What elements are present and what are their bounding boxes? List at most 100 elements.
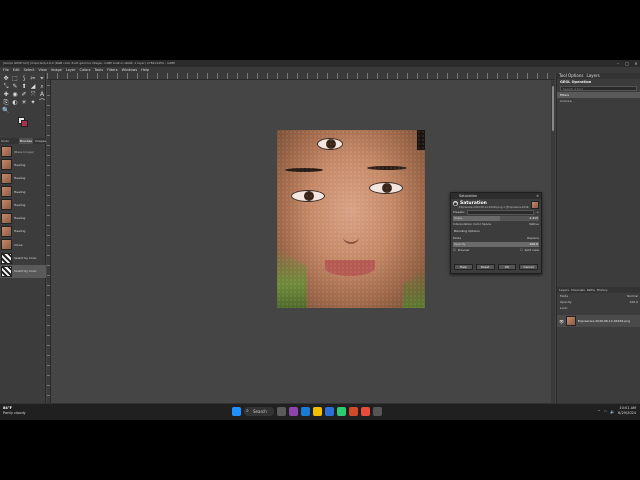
history-item[interactable]: [Base Image] (0, 145, 46, 158)
visibility-eye-icon[interactable]: 👁 (559, 319, 564, 324)
tab-layers[interactable]: Layers (559, 287, 569, 293)
edge-icon[interactable] (301, 407, 310, 416)
dialog-buttons: Help Reset OK Cancel (454, 264, 538, 270)
crop-tool-icon[interactable]: ⌕ (38, 83, 46, 90)
maximize-icon[interactable]: ▢ (623, 60, 631, 67)
windows-start-icon[interactable] (232, 407, 241, 416)
fill-tool-icon[interactable]: ◢ (29, 83, 37, 90)
move-tool-icon[interactable]: ✥ (2, 75, 10, 82)
history-thumbnail (1, 199, 12, 211)
rect-select-tool-icon[interactable]: ⬚ (11, 75, 19, 82)
transform-tool-icon[interactable]: ⤡ (2, 83, 10, 90)
colorspace-select[interactable]: Native (529, 222, 539, 226)
heal-tool-icon[interactable]: ✚ (2, 91, 10, 98)
history-item-label: Healing (14, 189, 26, 194)
layer-opacity-value[interactable]: 100.0 (629, 300, 638, 304)
history-item[interactable]: Healing (0, 185, 46, 198)
volume-icon[interactable]: 🔈 (610, 409, 615, 414)
history-item-label: Select by Color (14, 256, 37, 261)
opacity-slider[interactable]: Opacity 100.0 (453, 241, 539, 247)
taskbar-search[interactable]: Search (244, 407, 274, 416)
paths-tool-icon[interactable]: ⎘ (2, 99, 10, 106)
history-item[interactable]: Healing (0, 158, 46, 171)
paintbrush-tool-icon[interactable]: ✎ (11, 83, 19, 90)
dodge-tool-icon[interactable]: ◐ (11, 99, 19, 106)
lasso-tool-icon[interactable]: ⟆ (20, 75, 28, 82)
tab-brushes[interactable]: Brushes (18, 138, 34, 144)
history-item[interactable]: Healing (0, 198, 46, 211)
taskbar-clock[interactable]: 10:01 AM 6/29/2024 (618, 406, 636, 416)
cancel-button[interactable]: Cancel (519, 264, 538, 270)
horizontal-ruler[interactable] (47, 73, 555, 80)
measure-tool-icon[interactable]: ⌒ (38, 99, 46, 106)
split-view-checkbox[interactable]: ☐ (520, 248, 523, 252)
gegl-icon: ● (453, 201, 458, 206)
tab-undo-history[interactable]: Undo History (1, 138, 17, 149)
chevron-up-icon[interactable]: ⌃ (597, 409, 600, 414)
ok-button[interactable]: OK (497, 264, 517, 270)
vertical-ruler[interactable] (47, 80, 51, 406)
history-thumbnail (1, 265, 12, 277)
fg-bg-colors[interactable] (18, 117, 28, 127)
mypaint-tool-icon[interactable]: ✦ (29, 99, 37, 106)
selection-marching-ants (277, 130, 425, 308)
tab-layers[interactable]: Layers (586, 73, 599, 79)
history-item[interactable]: Healing (0, 211, 46, 224)
history-item-selected[interactable]: Select by Color (0, 264, 46, 278)
presets-select[interactable] (466, 209, 535, 215)
tab-history[interactable]: History (597, 287, 608, 293)
background-color-swatch[interactable] (21, 120, 28, 127)
help-button[interactable]: Help (454, 264, 473, 270)
tab-images[interactable]: Images (35, 138, 46, 144)
smudge-tool-icon[interactable]: ⤧ (29, 91, 37, 98)
history-item[interactable]: Clone (0, 238, 46, 251)
tab-tool-options[interactable]: Tool Options (559, 73, 583, 79)
layer-name[interactable]: Expressive-2049-06-12-94429.png (578, 319, 630, 323)
scale-slider[interactable]: Scale 1.415 (453, 215, 539, 221)
app-icon[interactable] (289, 407, 298, 416)
scale-value: 1.415 (529, 215, 538, 220)
dialog-close-icon[interactable]: ✕ (536, 193, 539, 199)
zoom-tool-icon[interactable]: 🔍 (2, 107, 10, 114)
scissors-tool-icon[interactable]: ✂ (29, 75, 37, 82)
vertical-scrollbar[interactable] (551, 80, 555, 406)
history-item[interactable]: Healing (0, 225, 46, 238)
task-view-icon[interactable] (277, 407, 286, 416)
blending-options-expander[interactable]: Blending Options (451, 227, 541, 235)
wifi-icon[interactable]: ◠ (604, 409, 608, 414)
tab-paths[interactable]: Paths (587, 287, 595, 293)
history-thumbnail (1, 212, 12, 224)
history-item-label: Healing (14, 216, 26, 221)
reset-button[interactable]: Reset (475, 264, 495, 270)
close-icon[interactable]: ✕ (632, 60, 640, 67)
scrollbar-thumb[interactable] (552, 86, 554, 131)
color-picker-tool-icon[interactable]: ☀ (20, 99, 28, 106)
gimp-icon[interactable] (373, 407, 382, 416)
app-icon[interactable] (325, 407, 334, 416)
add-preset-icon[interactable]: + (536, 210, 539, 214)
pencil-tool-icon[interactable]: ✐ (20, 91, 28, 98)
tab-channels[interactable]: Channels (571, 287, 585, 293)
warp-tool-icon[interactable]: ⬆ (20, 83, 28, 90)
gegl-row[interactable]: Colors ▸ (557, 98, 640, 104)
fuzzy-select-tool-icon[interactable]: ⌖ (38, 75, 46, 82)
image-canvas[interactable] (277, 130, 425, 308)
app-icon[interactable] (349, 407, 358, 416)
minimize-icon[interactable]: – (614, 60, 622, 67)
app-icon[interactable] (361, 407, 370, 416)
app-icon[interactable] (337, 407, 346, 416)
history-thumbnail (1, 239, 12, 251)
mode-select[interactable]: Replace (527, 236, 539, 240)
file-explorer-icon[interactable] (313, 407, 322, 416)
text-tool-icon[interactable]: A (38, 91, 46, 98)
weather-widget[interactable]: 84°F Partly cloudy (3, 406, 26, 416)
history-item[interactable]: Healing (0, 172, 46, 185)
preview-checkbox[interactable]: ☑ (453, 248, 456, 252)
history-thumbnail (1, 159, 12, 171)
clone-tool-icon[interactable]: ◉ (11, 91, 19, 98)
layer-item[interactable]: 👁 Expressive-2049-06-12-94429.png (557, 315, 640, 327)
layer-mode-select[interactable]: Normal (627, 294, 638, 298)
history-item[interactable]: Select by Color (0, 251, 46, 264)
gegl-search-input[interactable]: Search a tool (560, 86, 637, 91)
history-item-label: Healing (14, 202, 26, 207)
